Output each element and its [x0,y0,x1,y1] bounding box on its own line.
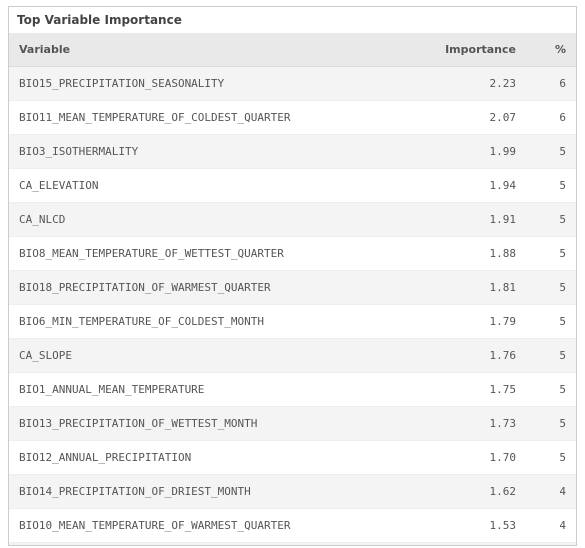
cell-percent: 5 [526,135,576,169]
cell-importance: 1.62 [416,475,526,509]
cell-importance: 1.75 [416,373,526,407]
cell-importance: 1.76 [416,339,526,373]
cell-variable: BIO12_ANNUAL_PRECIPITATION [9,441,416,475]
cell-percent: 5 [526,441,576,475]
cell-percent: 5 [526,271,576,305]
cell-percent: 5 [526,237,576,271]
cell-percent: 5 [526,407,576,441]
cell-importance: 1.94 [416,169,526,203]
cell-percent: 4 [526,475,576,509]
cell-variable: BIO14_PRECIPITATION_OF_DRIEST_MONTH [9,475,416,509]
importance-table: Variable Importance % BIO15_PRECIPITATIO… [9,33,576,546]
cell-variable: BIO13_PRECIPITATION_OF_WETTEST_MONTH [9,407,416,441]
cell-percent: 5 [526,373,576,407]
cell-importance: 1.91 [416,203,526,237]
cell-importance: 1.73 [416,407,526,441]
cell-percent: 5 [526,169,576,203]
cell-variable: CA_NLCD [9,203,416,237]
cell-variable: BIO10_MEAN_TEMPERATURE_OF_WARMEST_QUARTE… [9,509,416,543]
table-row[interactable]: BIO10_MEAN_TEMPERATURE_OF_WARMEST_QUARTE… [9,509,576,543]
cell-variable: BIO8_MEAN_TEMPERATURE_OF_WETTEST_QUARTER [9,237,416,271]
table-row[interactable]: BIO6_MIN_TEMPERATURE_OF_COLDEST_MONTH1.7… [9,305,576,339]
cell-variable: BIO18_PRECIPITATION_OF_WARMEST_QUARTER [9,271,416,305]
table-row[interactable]: CA_NLCD1.915 [9,203,576,237]
table-row[interactable]: BIO11_MEAN_TEMPERATURE_OF_COLDEST_QUARTE… [9,101,576,135]
table-row[interactable]: CA_ELEVATION1.945 [9,169,576,203]
table-row[interactable]: BIO18_PRECIPITATION_OF_WARMEST_QUARTER1.… [9,271,576,305]
cell-percent: 5 [526,203,576,237]
cell-importance: 1.50 [416,543,526,547]
cell-variable: BIO4_TEMPERATURE_SEASONALITY [9,543,416,547]
cell-importance: 1.99 [416,135,526,169]
table-row[interactable]: BIO1_ANNUAL_MEAN_TEMPERATURE1.755 [9,373,576,407]
cell-importance: 1.88 [416,237,526,271]
cell-percent: 5 [526,305,576,339]
table-row[interactable]: BIO13_PRECIPITATION_OF_WETTEST_MONTH1.73… [9,407,576,441]
cell-percent: 6 [526,67,576,101]
cell-percent: 4 [526,543,576,547]
cell-percent: 6 [526,101,576,135]
cell-variable: BIO1_ANNUAL_MEAN_TEMPERATURE [9,373,416,407]
table-row[interactable]: BIO4_TEMPERATURE_SEASONALITY1.504 [9,543,576,547]
col-percent[interactable]: % [526,33,576,67]
cell-importance: 1.81 [416,271,526,305]
panel-title: Top Variable Importance [9,7,576,33]
table-header-row: Variable Importance % [9,33,576,67]
table-row[interactable]: BIO3_ISOTHERMALITY1.995 [9,135,576,169]
cell-variable: BIO11_MEAN_TEMPERATURE_OF_COLDEST_QUARTE… [9,101,416,135]
cell-importance: 2.07 [416,101,526,135]
table-row[interactable]: BIO15_PRECIPITATION_SEASONALITY2.236 [9,67,576,101]
cell-variable: CA_ELEVATION [9,169,416,203]
col-variable[interactable]: Variable [9,33,416,67]
table-row[interactable]: BIO14_PRECIPITATION_OF_DRIEST_MONTH1.624 [9,475,576,509]
cell-variable: BIO3_ISOTHERMALITY [9,135,416,169]
table-row[interactable]: CA_SLOPE1.765 [9,339,576,373]
cell-variable: CA_SLOPE [9,339,416,373]
cell-percent: 4 [526,509,576,543]
cell-importance: 1.53 [416,509,526,543]
cell-importance: 2.23 [416,67,526,101]
table-row[interactable]: BIO8_MEAN_TEMPERATURE_OF_WETTEST_QUARTER… [9,237,576,271]
cell-variable: BIO6_MIN_TEMPERATURE_OF_COLDEST_MONTH [9,305,416,339]
cell-variable: BIO15_PRECIPITATION_SEASONALITY [9,67,416,101]
cell-importance: 1.70 [416,441,526,475]
cell-percent: 5 [526,339,576,373]
col-importance[interactable]: Importance [416,33,526,67]
table-row[interactable]: BIO12_ANNUAL_PRECIPITATION1.705 [9,441,576,475]
variable-importance-panel: Top Variable Importance Variable Importa… [8,6,577,546]
cell-importance: 1.79 [416,305,526,339]
